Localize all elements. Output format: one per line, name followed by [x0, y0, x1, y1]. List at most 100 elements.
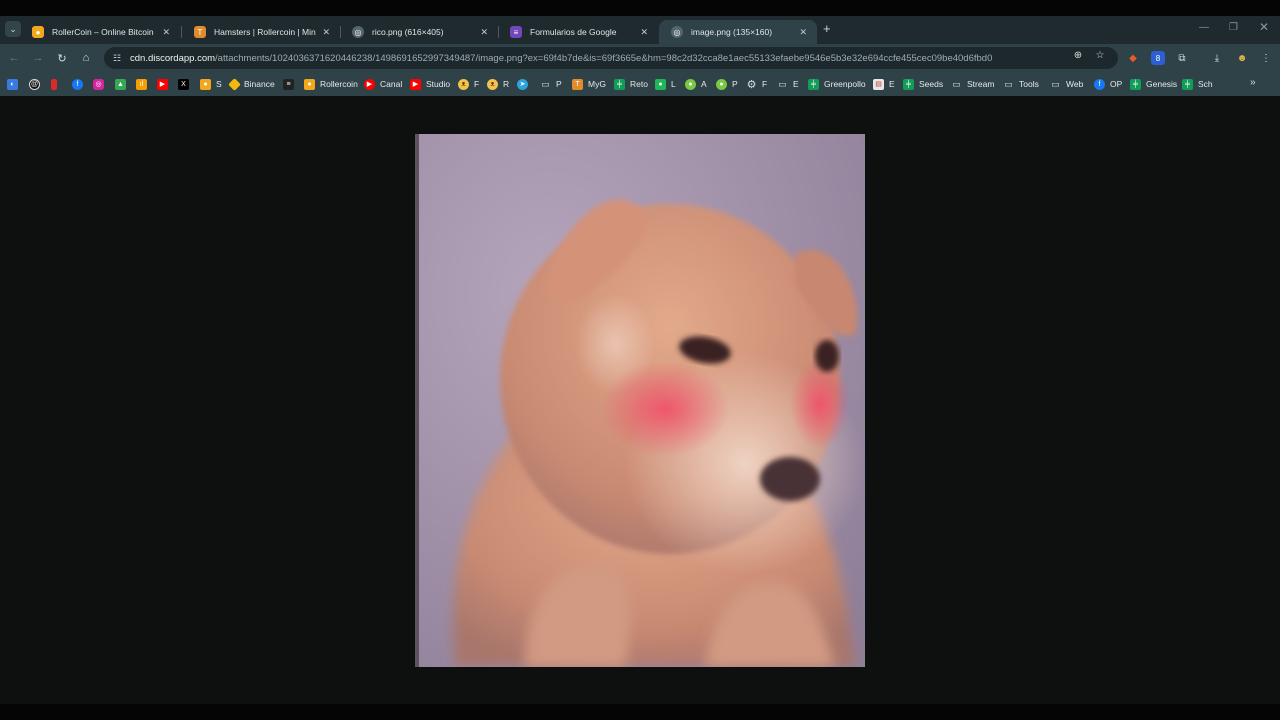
site-info-icon[interactable]: ☷ [110, 51, 124, 65]
bookmark-instagram[interactable]: ◎ [93, 77, 109, 91]
bar-icon [51, 78, 57, 90]
bookmarks-bar: ◐ @ f ◎ ▲ ıl ▶ X ● S Binance ≡ ● Rollercoi… [0, 72, 1280, 96]
bookmark-myg[interactable]: T MyG [572, 77, 606, 91]
more-bookmarks-chevron-icon[interactable]: » [1250, 77, 1256, 88]
bookmark-label: F [762, 79, 768, 89]
bookmark-label: OP [1110, 79, 1123, 89]
bookmark-l[interactable]: ● L [655, 77, 676, 91]
bookmark-canal[interactable]: ▶ Canal [364, 77, 402, 91]
youtube-icon: ▶ [157, 78, 168, 90]
shield-extension-icon[interactable]: 8 [1151, 51, 1165, 65]
bookmark-op[interactable]: f OP [1094, 77, 1122, 91]
green-circle-icon: ● [716, 78, 727, 90]
bookmark-label: L [671, 79, 676, 89]
tab-title: rico.png (616×405) [372, 27, 444, 37]
bookmark-label: Seeds [919, 79, 944, 89]
profile-avatar[interactable]: ☻ [1235, 51, 1249, 65]
bookmark-r-hamster[interactable]: ᴥR [487, 77, 509, 91]
bookmark-binance[interactable]: Binance [228, 77, 275, 91]
bookmark-youtube[interactable]: ▶ [157, 77, 173, 91]
browser-toolbar: ← → ↻ ⌂ ☷ cdn.discordapp.com/attachments… [0, 44, 1280, 72]
close-icon[interactable]: ✕ [162, 27, 170, 38]
close-icon[interactable]: ✕ [799, 27, 807, 38]
bookmark-p[interactable]: ● P [716, 77, 738, 91]
sheets-icon: ╪ [1130, 78, 1141, 90]
bookmark-folder-e[interactable]: ▭ E [777, 77, 798, 91]
bookmark-bar[interactable] [51, 77, 62, 91]
bookmark-reto[interactable]: ╪ Reto [614, 77, 648, 91]
binance-icon [228, 77, 241, 91]
forward-arrow-icon[interactable]: → [31, 51, 45, 65]
bookmark-greenpollo[interactable]: ╪ Greenpollo [808, 77, 866, 91]
extensions-puzzle-icon[interactable]: ⧉ [1175, 51, 1189, 65]
tab-rollercoin[interactable]: ● RollerCoin – Online Bitcoin Mining ✕ [20, 20, 180, 44]
tab-title: Formularios de Google [530, 27, 617, 37]
bookmark-e-doc[interactable]: ▤ E [873, 77, 895, 91]
download-icon[interactable]: ⤓ [1210, 51, 1224, 65]
reload-icon[interactable]: ↻ [55, 51, 69, 65]
folder-icon: ▭ [1004, 78, 1013, 89]
tab-google-forms[interactable]: ≡ Formularios de Google ✕ [498, 20, 658, 44]
rollercoin-icon: ● [200, 78, 211, 90]
address-url[interactable]: cdn.discordapp.com/attachments/102403637… [130, 53, 1060, 64]
sheets-icon: ╪ [808, 78, 819, 90]
bookmark-drive[interactable]: ▲ [115, 77, 131, 91]
myg-icon: T [572, 78, 583, 90]
bookmark-s[interactable]: ● S [200, 77, 222, 91]
globe-icon: ◎ [352, 26, 364, 38]
bookmark-label: Sch [1198, 79, 1213, 89]
bookmark-tools[interactable]: ▭ Tools [1003, 77, 1039, 91]
bookmark-label: Studio [426, 79, 451, 89]
hamster-icon: ᴥ [487, 78, 498, 90]
zoom-icon[interactable]: ⊕ [1071, 48, 1085, 62]
tab-search-button[interactable]: ⌄ [5, 21, 21, 37]
bookmark-genesis[interactable]: ╪ Genesis [1130, 77, 1177, 91]
bookmark-sch[interactable]: ╪ Sch [1182, 77, 1213, 91]
bookmark-f-hamster[interactable]: ᴥF [458, 77, 479, 91]
tab-rico-png[interactable]: ◎ rico.png (616×405) ✕ [340, 20, 498, 44]
drive-icon: ▲ [115, 78, 126, 90]
google-forms-icon: ≡ [510, 26, 522, 38]
bookmark-analytics[interactable]: ıl [136, 77, 152, 91]
bookmark-x[interactable]: X [178, 77, 194, 91]
folder-icon: ▭ [1051, 78, 1060, 89]
address-bar[interactable]: ☷ cdn.discordapp.com/attachments/1024036… [104, 47, 1118, 69]
tab-image-png[interactable]: ◎ image.png (135×160) ✕ [659, 20, 817, 44]
bookmark-a[interactable]: ● A [685, 77, 707, 91]
bookmark-web[interactable]: ▭ Web [1050, 77, 1083, 91]
bookmark-label: MyG [588, 79, 606, 89]
close-icon[interactable]: ✕ [640, 27, 648, 38]
bookmark-rollercoin[interactable]: ● Rollercoin [304, 77, 358, 91]
x-icon: X [178, 78, 189, 90]
minimize-icon[interactable]: — [1199, 22, 1209, 33]
restore-icon[interactable]: ❐ [1229, 22, 1238, 33]
bookmark-star-icon[interactable]: ☆ [1093, 48, 1107, 62]
bookmark-studio[interactable]: ▶ Studio [410, 77, 450, 91]
bookmark-facebook[interactable]: f [72, 77, 88, 91]
tab-hamsters[interactable]: T Hamsters | Rollercoin | Minar y ✕ [182, 20, 340, 44]
bookmark-f-gear[interactable]: ⚙ F [746, 77, 768, 91]
instagram-icon: ◎ [93, 78, 104, 90]
sheets-icon: ╪ [903, 78, 914, 90]
puppy-photo-illustration [415, 134, 865, 667]
bookmark-seeds[interactable]: ╪ Seeds [903, 77, 943, 91]
bookmark-threads[interactable]: @ [29, 77, 45, 91]
bookmark-photos[interactable]: ◐ [7, 77, 23, 91]
bookmark-dark-site[interactable]: ≡ [283, 77, 299, 91]
close-window-icon[interactable]: ✕ [1259, 20, 1269, 34]
bookmark-telegram[interactable]: ➤ [517, 77, 533, 91]
green-square-icon: ● [655, 78, 666, 90]
close-icon[interactable]: ✕ [322, 27, 330, 38]
home-icon[interactable]: ⌂ [79, 51, 93, 65]
puppy-image[interactable] [415, 134, 865, 667]
close-icon[interactable]: ✕ [480, 27, 488, 38]
back-arrow-icon[interactable]: ← [7, 51, 21, 65]
fox-extension-icon[interactable]: ◆ [1126, 51, 1140, 65]
bookmark-folder-p[interactable]: ▭ P [540, 77, 561, 91]
bookmark-label: R [503, 79, 510, 89]
menu-kebab-icon[interactable]: ⋮ [1259, 51, 1273, 65]
bookmark-label: E [889, 79, 895, 89]
url-path: /attachments/1024036371620446238/1498691… [215, 52, 993, 64]
new-tab-button[interactable]: + [823, 21, 831, 36]
bookmark-stream[interactable]: ▭ Stream [951, 77, 994, 91]
